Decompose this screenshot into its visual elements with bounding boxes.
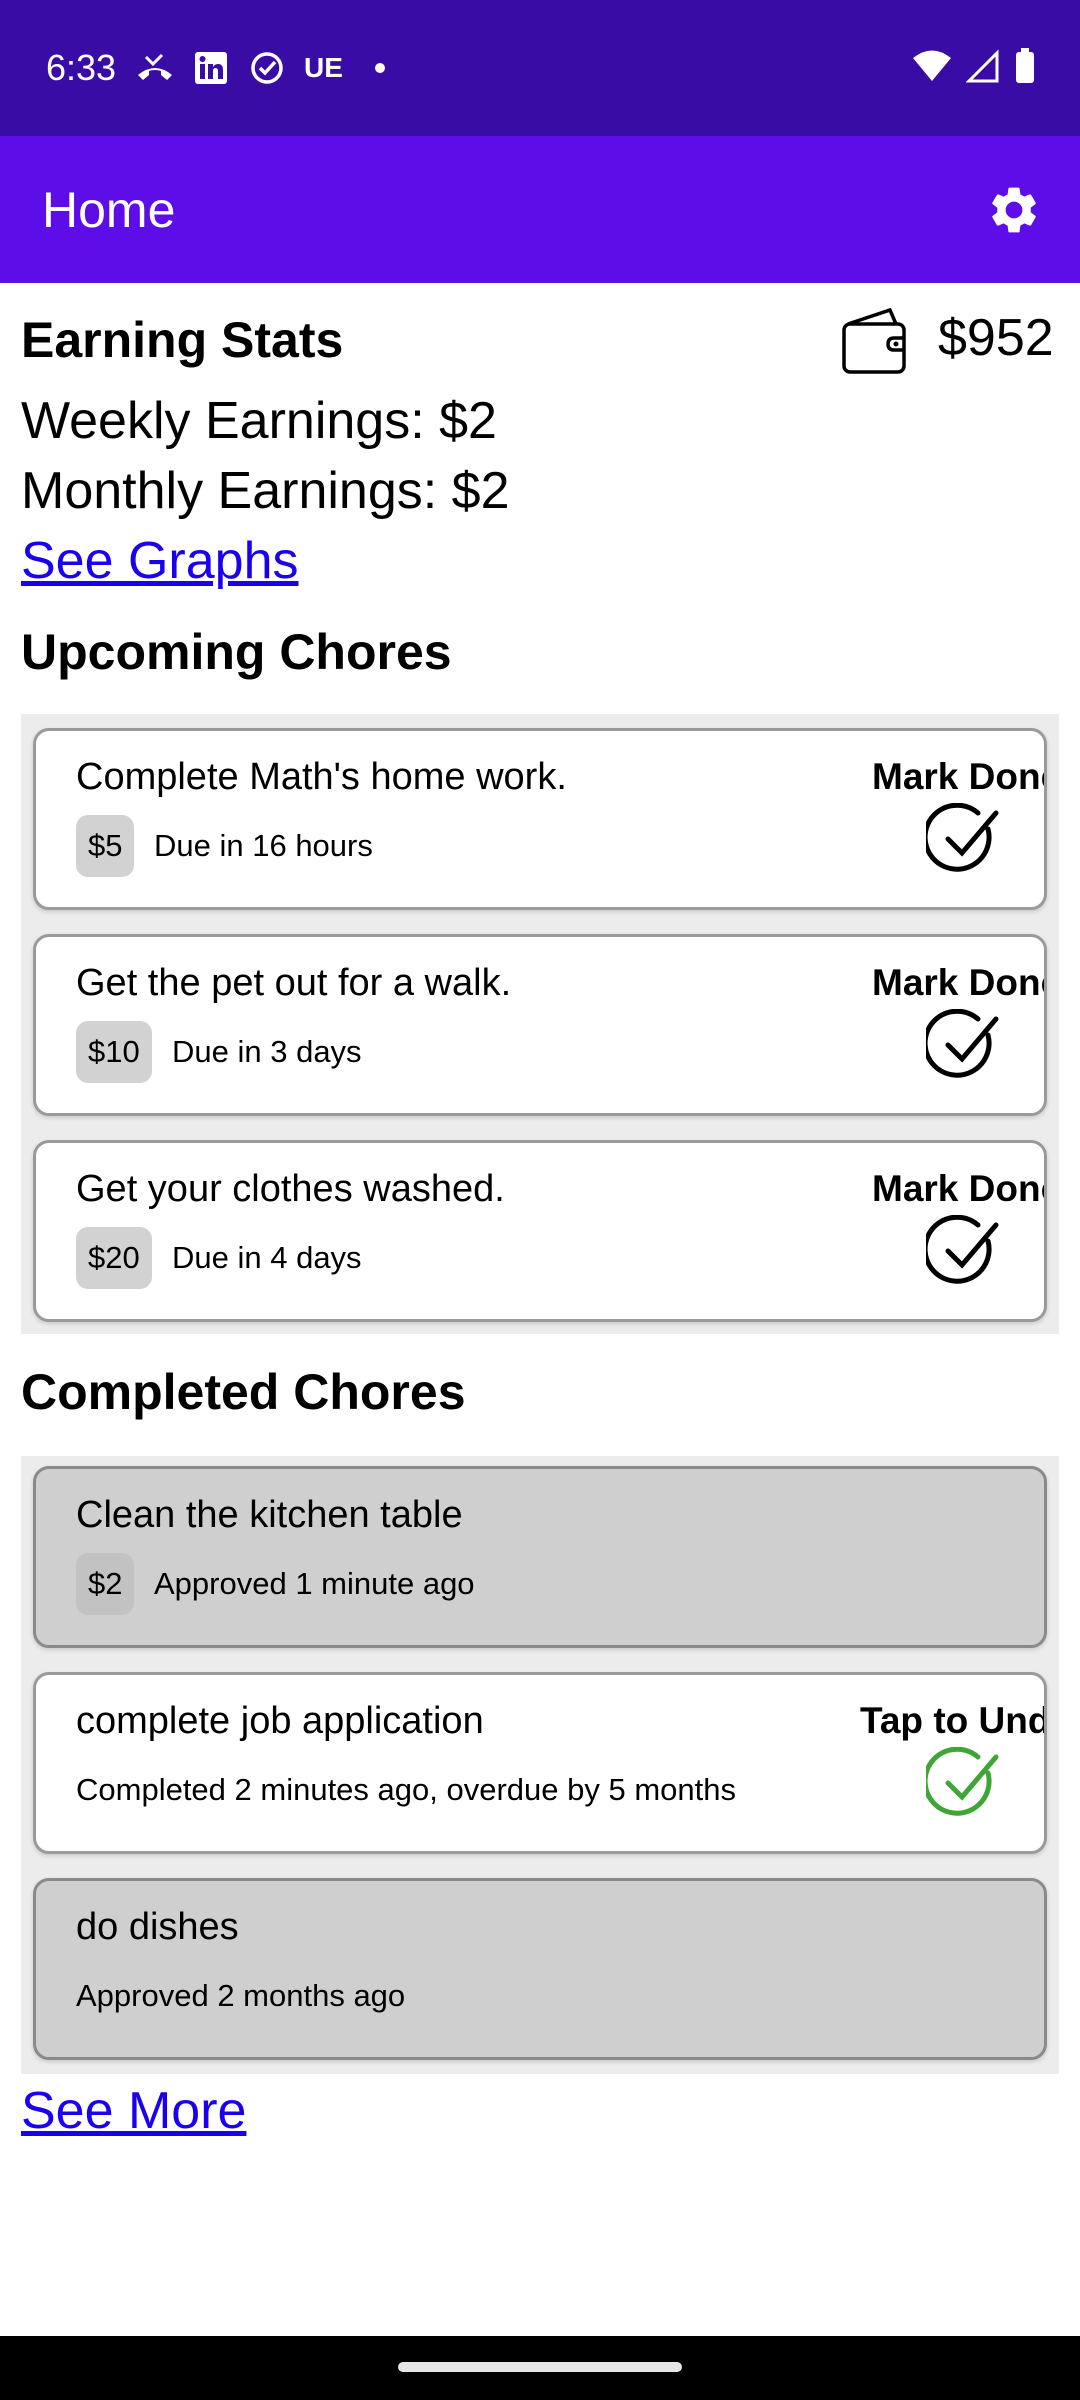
linkedin-icon (192, 49, 230, 87)
mark-done-label[interactable]: Mark Done (872, 959, 1044, 1007)
see-more-link[interactable]: See More (21, 2080, 246, 2142)
chore-reward-badge: $20 (76, 1227, 152, 1289)
check-circle-icon[interactable] (926, 1215, 1002, 1291)
status-time: 6:33 (46, 47, 117, 88)
home-gesture-handle[interactable] (398, 2362, 682, 2372)
wallet-icon (842, 307, 906, 374)
status-icons-right (912, 47, 1036, 89)
monthly-earnings: Monthly Earnings: $2 (21, 462, 510, 520)
chore-status: Completed 2 minutes ago, overdue by 5 mo… (76, 1772, 736, 1807)
upcoming-chores-title: Upcoming Chores (21, 624, 452, 680)
chore-title: do dishes (76, 1906, 239, 1948)
ue-icon: UE (304, 52, 343, 83)
chore-card[interactable]: Complete Math's home work. $5 Due in 16 … (33, 728, 1047, 910)
dot-icon (361, 49, 399, 87)
gear-icon (992, 187, 1036, 233)
check-circle-icon[interactable] (926, 803, 1002, 879)
system-nav-bar (0, 2336, 1080, 2400)
battery-icon (1014, 47, 1036, 89)
completed-chore-card[interactable]: do dishes Approved 2 months ago (33, 1878, 1047, 2060)
chore-card[interactable]: Get your clothes washed. $20 Due in 4 da… (33, 1140, 1047, 1322)
weekly-earnings: Weekly Earnings: $2 (21, 392, 497, 450)
wallet-balance: $952 (938, 309, 1054, 367)
status-icons-left: UE (136, 48, 399, 88)
chore-due: Due in 3 days (172, 1034, 362, 1069)
chore-reward-badge: $5 (76, 815, 135, 877)
chore-due: Due in 16 hours (154, 828, 373, 863)
chore-reward-badge: $2 (76, 1553, 135, 1615)
chore-title: complete job application (76, 1700, 484, 1742)
completed-chore-card[interactable]: complete job application Completed 2 min… (33, 1672, 1047, 1854)
chore-title: Complete Math's home work. (76, 756, 567, 798)
tap-to-undo-label[interactable]: Tap to Undo (860, 1697, 1044, 1745)
chore-title: Get your clothes washed. (76, 1168, 505, 1210)
green-check-circle-icon[interactable] (926, 1747, 1002, 1823)
missed-call-icon (136, 49, 174, 87)
completed-chores-title: Completed Chores (21, 1364, 466, 1420)
chore-card[interactable]: Get the pet out for a walk. $10 Due in 3… (33, 934, 1047, 1116)
status-bar: 6:33 UE (0, 0, 1080, 136)
mark-done-label[interactable]: Mark Done (872, 753, 1044, 801)
settings-button[interactable] (984, 180, 1044, 240)
check-circle-icon[interactable] (926, 1009, 1002, 1085)
mark-done-label[interactable]: Mark Done (872, 1165, 1044, 1213)
task-check-icon (248, 49, 286, 87)
chore-due: Due in 4 days (172, 1240, 362, 1275)
page-title: Home (42, 182, 176, 238)
app-bar: Home (0, 136, 1080, 283)
completed-chore-card[interactable]: Clean the kitchen table $2 Approved 1 mi… (33, 1466, 1047, 1648)
chore-status: Approved 1 minute ago (154, 1566, 475, 1601)
chore-title: Clean the kitchen table (76, 1494, 463, 1536)
see-graphs-link[interactable]: See Graphs (21, 530, 299, 592)
wifi-icon (912, 49, 952, 88)
chore-status: Approved 2 months ago (76, 1978, 406, 2013)
chore-title: Get the pet out for a walk. (76, 962, 512, 1004)
chore-reward-badge: $10 (76, 1021, 152, 1083)
earning-stats-title: Earning Stats (21, 312, 344, 368)
signal-icon (965, 48, 1000, 88)
